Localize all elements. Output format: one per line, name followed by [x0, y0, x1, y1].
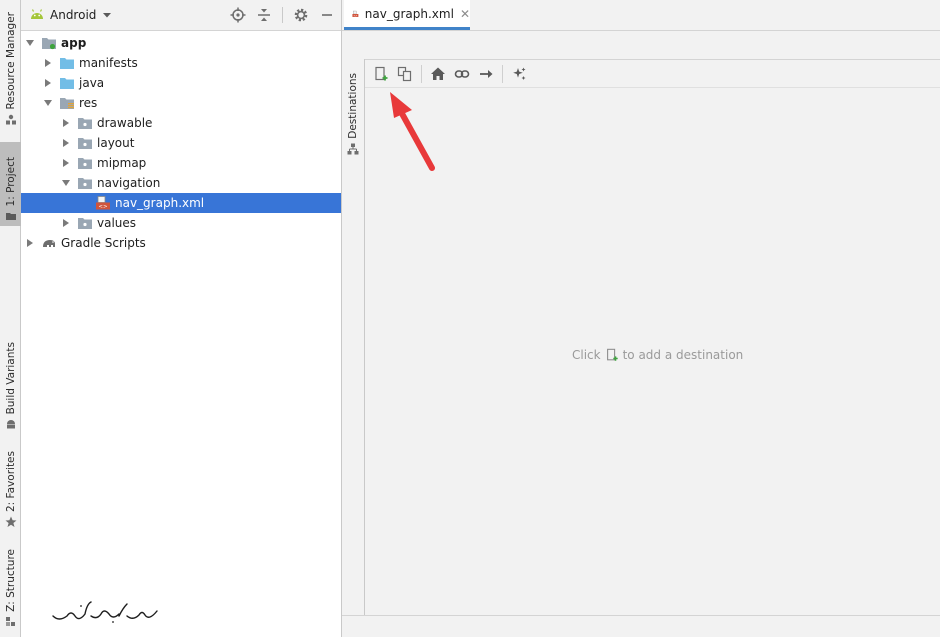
tool-tab-resource-manager[interactable]: Resource Manager [0, 4, 21, 130]
resource-folder-icon [60, 98, 74, 109]
expand-arrow-icon[interactable] [43, 98, 53, 108]
tree-item-navigation[interactable]: navigation [21, 173, 341, 193]
tree-item-res[interactable]: res [21, 93, 341, 113]
structure-icon [5, 617, 15, 626]
tree-item-label: mipmap [97, 156, 147, 170]
tree-item-label: drawable [97, 116, 153, 130]
empty-message-click: Click [572, 348, 601, 362]
module-folder-icon [42, 38, 56, 50]
folder-icon [78, 118, 92, 129]
tree-item-drawable[interactable]: drawable [21, 113, 341, 133]
tool-tab-label: Build Variants [4, 341, 17, 414]
gradle-elephant-icon [43, 240, 55, 247]
folder-icon [60, 58, 74, 69]
folder-icon [78, 138, 92, 149]
expand-arrow-icon[interactable] [61, 178, 71, 188]
tree-item-nav-graph[interactable]: <> nav_graph.xml [21, 193, 341, 213]
android-icon [6, 420, 15, 429]
editor-bottom-bar [342, 615, 940, 637]
tool-tab-structure[interactable]: Z: Structure [0, 548, 21, 632]
tree-item-label: nav_graph.xml [115, 196, 205, 210]
chevron-down-icon [103, 13, 112, 18]
empty-graph-message: Click to add a destination [572, 348, 743, 362]
tool-tab-label: 2: Favorites [4, 451, 17, 512]
editor-sub-toolbar [342, 31, 940, 59]
nested-graph-icon[interactable] [397, 66, 413, 82]
handwritten-signature-logo [52, 601, 158, 623]
tool-tab-label: 1: Project [4, 156, 17, 206]
tree-item-app[interactable]: app [21, 33, 341, 53]
header-separator [282, 7, 283, 23]
nav-graph-file-icon: <> [96, 196, 110, 210]
folder-icon [78, 218, 92, 229]
tree-item-label: Gradle Scripts [61, 236, 146, 250]
left-tool-strip: Resource Manager 1: Project Build Varian… [0, 0, 21, 637]
collapse-arrow-icon[interactable] [61, 118, 71, 128]
svg-text:<>: <> [353, 14, 357, 17]
editor-tab-label: nav_graph.xml [364, 6, 454, 21]
folder-icon [60, 78, 74, 89]
collapse-arrow-icon[interactable] [61, 218, 71, 228]
tree-item-label: values [97, 216, 137, 230]
empty-message-hint: to add a destination [622, 348, 744, 362]
collapse-all-icon[interactable] [256, 7, 272, 23]
folder-icon [78, 158, 92, 169]
annotation-arrow-icon [390, 92, 435, 171]
folder-icon [78, 178, 92, 189]
tree-item-mipmap[interactable]: mipmap [21, 153, 341, 173]
tree-item-label: manifests [79, 56, 138, 70]
tree-item-layout[interactable]: layout [21, 133, 341, 153]
gear-icon[interactable] [293, 7, 309, 23]
tree-item-label: layout [97, 136, 135, 150]
nav-graph-file-icon: <> [352, 10, 359, 17]
svg-text:<>: <> [98, 204, 108, 210]
tree-item-java[interactable]: java [21, 73, 341, 93]
star-icon [5, 516, 16, 527]
resource-manager-icon [5, 114, 16, 125]
navigation-editor-toolbar [365, 60, 940, 88]
project-panel-header: Android [21, 0, 341, 31]
auto-arrange-icon[interactable] [511, 66, 527, 82]
tool-tab-build-variants[interactable]: Build Variants [0, 340, 21, 434]
new-destination-icon[interactable] [373, 66, 389, 82]
tool-tab-label: Resource Manager [4, 12, 17, 110]
android-icon [31, 9, 43, 19]
tool-tab-project[interactable]: 1: Project [0, 142, 21, 226]
tree-item-label: navigation [97, 176, 161, 190]
collapse-arrow-icon[interactable] [25, 238, 35, 248]
expand-arrow-icon[interactable] [25, 38, 35, 48]
new-destination-icon [606, 348, 618, 361]
project-panel: Android app manifests java res drawable … [21, 0, 342, 637]
toolbar-separator [502, 64, 503, 83]
locate-icon[interactable] [230, 7, 246, 23]
tree-item-gradle-scripts[interactable]: Gradle Scripts [21, 233, 341, 253]
tree-item-label: res [79, 96, 98, 110]
navigation-graph-canvas[interactable]: Click to add a destination [365, 59, 940, 615]
tool-tab-favorites[interactable]: 2: Favorites [0, 450, 21, 532]
project-view-selector[interactable]: Android [30, 8, 114, 22]
folder-icon [5, 213, 16, 220]
tool-tab-label: Z: Structure [4, 549, 17, 612]
collapse-arrow-icon[interactable] [43, 78, 53, 88]
home-icon[interactable] [430, 66, 446, 82]
collapse-arrow-icon[interactable] [61, 138, 71, 148]
collapse-arrow-icon[interactable] [61, 158, 71, 168]
tree-item-manifests[interactable]: manifests [21, 53, 341, 73]
editor-tab-nav-graph[interactable]: <> nav_graph.xml ✕ [344, 0, 470, 30]
destinations-label: Destinations [347, 73, 359, 139]
hide-panel-icon[interactable] [319, 7, 335, 23]
collapse-arrow-icon[interactable] [43, 58, 53, 68]
close-icon[interactable]: ✕ [460, 8, 470, 20]
tree-item-label: java [79, 76, 105, 90]
destinations-tool-tab[interactable]: Destinations [342, 59, 365, 615]
tree-item-label: app [61, 36, 87, 50]
tree-item-values[interactable]: values [21, 213, 341, 233]
project-view-label: Android [50, 8, 97, 22]
editor-tab-bar: <> nav_graph.xml ✕ [342, 0, 940, 31]
link-icon[interactable] [454, 66, 470, 82]
arrow-right-icon[interactable] [478, 66, 494, 82]
toolbar-separator [421, 64, 422, 83]
panel-header-actions [220, 7, 335, 23]
hierarchy-icon [347, 143, 359, 155]
